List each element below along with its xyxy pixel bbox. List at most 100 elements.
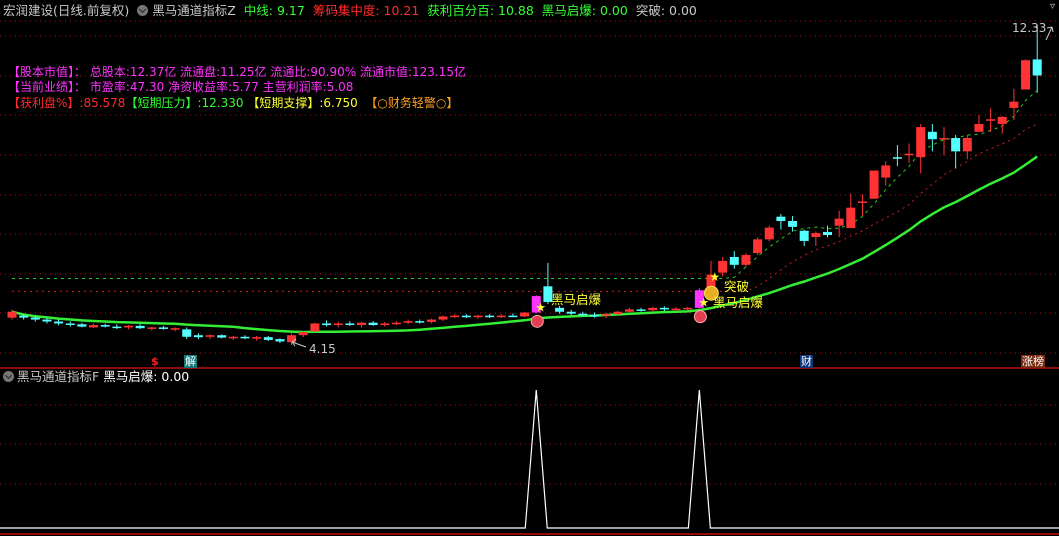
sub-panel-header: 黑马通道指标F 黑马启爆: 0.00 [3, 370, 189, 384]
candle-body [997, 116, 1007, 124]
badge-jie[interactable]: 解 [184, 355, 197, 368]
candle-body [380, 323, 390, 326]
candle-body [228, 336, 238, 339]
candle-body [287, 335, 297, 343]
candle-body [916, 127, 926, 158]
stock-title: 宏润建设(日线.前复权) [3, 3, 130, 18]
sub-indicator-chevron-icon[interactable] [3, 371, 14, 382]
candle-body [520, 312, 530, 317]
candle-body [345, 323, 355, 325]
candle-body [496, 315, 506, 318]
candle-body [438, 316, 448, 320]
candle-body [1021, 60, 1031, 90]
info-row-levels: 【获利盘%】:85.578【短期压力】:12.330 【短期支撑】:6.750 … [8, 96, 459, 110]
candle-body [42, 319, 52, 322]
min-price-label: 4.15 [309, 342, 336, 356]
candle-body [485, 315, 495, 318]
candle-body [182, 329, 192, 337]
candle-body [205, 335, 215, 337]
signal-ball-icon [693, 310, 707, 324]
candle-body [170, 328, 180, 330]
breakout-label: 突破 [724, 279, 750, 294]
candle-body [158, 327, 168, 329]
badge-zhangbang[interactable]: 涨榜 [1021, 355, 1045, 368]
candle-body [217, 335, 227, 338]
candle-body [741, 255, 751, 265]
candle-body [951, 138, 961, 152]
candle-body [65, 323, 75, 325]
signal-star-icon: ★ [535, 300, 546, 314]
candle-body [7, 311, 17, 318]
candle-body [881, 165, 891, 178]
candle-body [333, 323, 343, 326]
indicator-name[interactable]: 黑马通道指标Z [152, 3, 236, 18]
candle-body [555, 307, 565, 312]
candle-body [275, 339, 285, 342]
candle-body [962, 138, 972, 152]
candle-body [193, 335, 203, 338]
max-price-label: 12.33 [1012, 21, 1047, 35]
signal-label-1: 黑马启爆 [551, 292, 602, 307]
candle-body [19, 315, 29, 318]
candle-body [601, 314, 611, 316]
candle-body [776, 216, 786, 221]
candle-body [636, 309, 646, 311]
candle-body [252, 337, 262, 339]
info-row-performance: 【当前业绩】： 市盈率:47.30 净资收益率:5.77 主营利润率:5.08 [8, 80, 354, 94]
collapse-chevron-icon[interactable]: ▿ [1050, 0, 1055, 14]
lower-channel-line [12, 123, 1038, 292]
header-item-black-horse: 黑马启爆: 0.00 [541, 3, 628, 18]
candle-body [310, 323, 320, 332]
header-item-mid-line: 中线: 9.17 [243, 3, 305, 18]
candle-body [30, 317, 40, 320]
badge-cai[interactable]: 财 [800, 355, 813, 368]
candle-body [112, 326, 122, 329]
candle-body [124, 325, 133, 328]
candle-body [823, 231, 832, 236]
candle-body [904, 153, 914, 156]
candle-body [368, 322, 378, 326]
candle-body [391, 322, 401, 325]
candle-body [508, 315, 518, 318]
candle-body [974, 123, 984, 132]
candle-body [799, 230, 809, 241]
candle-body [357, 322, 366, 326]
upper-channel-line [12, 90, 1038, 279]
candle-body [671, 308, 681, 311]
badge-dollar[interactable]: $ [150, 355, 160, 368]
candle-body [753, 239, 763, 254]
candle-body [322, 323, 332, 326]
candle-body [566, 311, 576, 314]
candle-body [590, 314, 599, 317]
candle-body [624, 309, 634, 312]
candle-body [986, 119, 996, 121]
candle-body [461, 315, 471, 318]
candle-body [659, 307, 669, 310]
candle-body [683, 307, 693, 310]
candle-body [240, 336, 250, 339]
candle-body [764, 227, 774, 240]
indicator-menu-chevron-icon[interactable] [137, 5, 149, 16]
candle-body [648, 307, 658, 311]
max-arrow-icon [1045, 26, 1054, 41]
candle-body [788, 220, 798, 227]
min-arrow-icon [291, 338, 307, 348]
header-item-profit-percent: 获利百分百: 10.88 [427, 3, 534, 18]
signal-ball-icon [530, 314, 544, 328]
candle-body [450, 315, 460, 318]
candle-body [77, 324, 87, 327]
sub-indicator-name[interactable]: 黑马通道指标F [17, 369, 99, 384]
candle-body [834, 218, 844, 226]
candle-body [135, 325, 145, 329]
candle-body [298, 332, 308, 336]
mid-line-ma [11, 155, 1038, 334]
candle-body [869, 170, 879, 199]
candle-body [426, 319, 436, 322]
candle-body [473, 315, 483, 318]
candle-body [613, 311, 623, 315]
candle-body [1009, 101, 1019, 108]
candle-body [100, 325, 110, 327]
signal-label-2: 黑马启爆 [713, 295, 764, 310]
candle-body [263, 337, 273, 340]
info-row-capital: 【股本市值】： 总股本:12.37亿 流通盘:11.25亿 流通比:90.90%… [8, 65, 466, 79]
